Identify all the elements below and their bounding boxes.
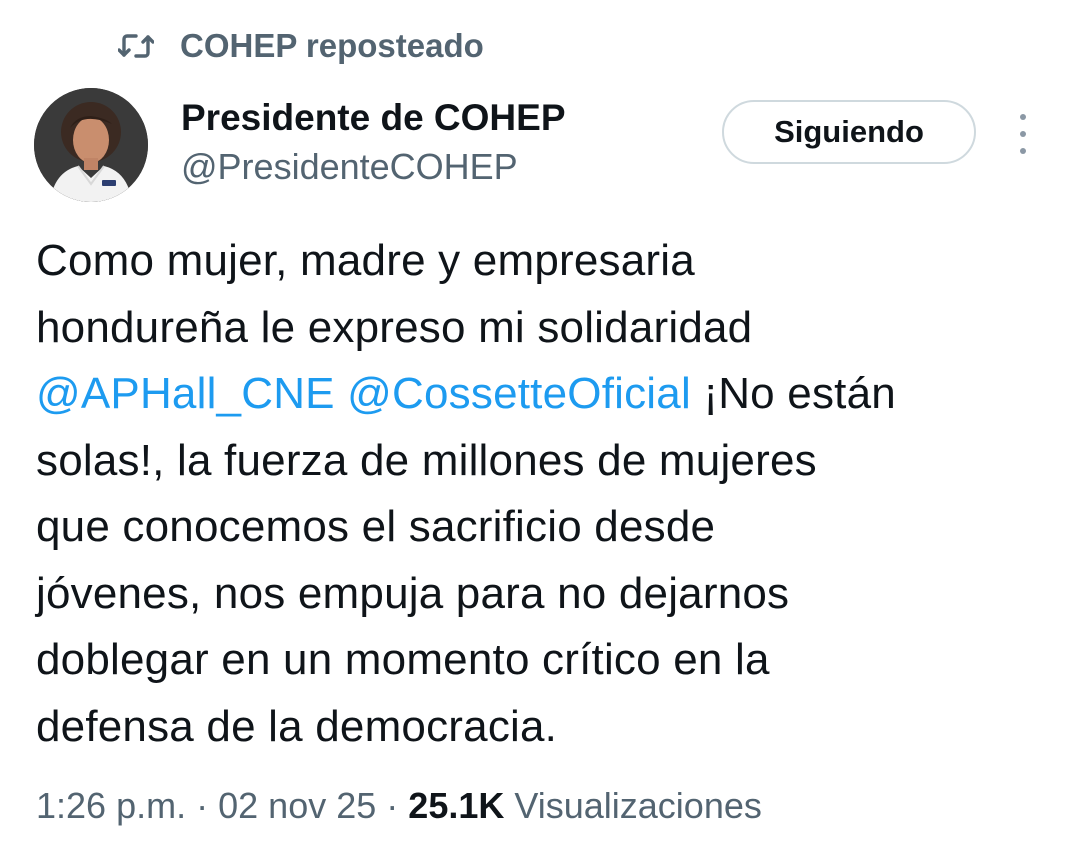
tweet-line: @APHall_CNE @CossetteOficial ¡No están	[36, 361, 1046, 428]
tweet-line: Como mujer, madre y empresaria	[36, 236, 695, 285]
avatar-photo	[34, 88, 148, 202]
tweet-line: defensa de la democracia.	[36, 701, 558, 751]
author-name[interactable]: Presidente de COHEP	[181, 96, 566, 140]
tweet-line: doblegar en un momento crítico en la	[36, 635, 770, 684]
more-vertical-icon[interactable]	[1008, 114, 1038, 154]
tweet-line-text: ¡No están	[703, 369, 896, 418]
dot	[1020, 131, 1026, 137]
avatar[interactable]	[34, 88, 148, 202]
tweet-meta: 1:26 p.m. · 02 nov 25 · 25.1K Visualizac…	[36, 778, 762, 834]
separator: ·	[196, 785, 209, 826]
tweet-line: que conocemos el sacrificio desde	[36, 502, 716, 551]
separator: ·	[386, 785, 399, 826]
following-button[interactable]: Siguiendo	[722, 100, 976, 164]
dot	[1020, 148, 1026, 154]
tweet-date[interactable]: 02 nov 25	[218, 785, 376, 826]
author-handle[interactable]: @PresidenteCOHEP	[181, 145, 518, 189]
dot	[1020, 114, 1026, 120]
tweet-time[interactable]: 1:26 p.m.	[36, 785, 186, 826]
repost-icon	[117, 31, 155, 61]
views-label: Visualizaciones	[514, 785, 762, 826]
tweet-text: Como mujer, madre y empresaria hondureña…	[36, 228, 1046, 760]
tweet-line: hondureña le expreso mi solidaridad	[36, 302, 753, 352]
repost-label: COHEP reposteado	[180, 27, 484, 64]
repost-header[interactable]: COHEP reposteado	[117, 24, 484, 68]
mention-link[interactable]: @APHall_CNE	[36, 369, 335, 418]
tweet-line: solas!, la fuerza de millones de mujeres	[36, 435, 817, 485]
tweet-line: jóvenes, nos empuja para no dejarnos	[36, 568, 790, 618]
mention-link[interactable]: @CossetteOficial	[347, 369, 691, 418]
views-count[interactable]: 25.1K	[408, 785, 504, 826]
